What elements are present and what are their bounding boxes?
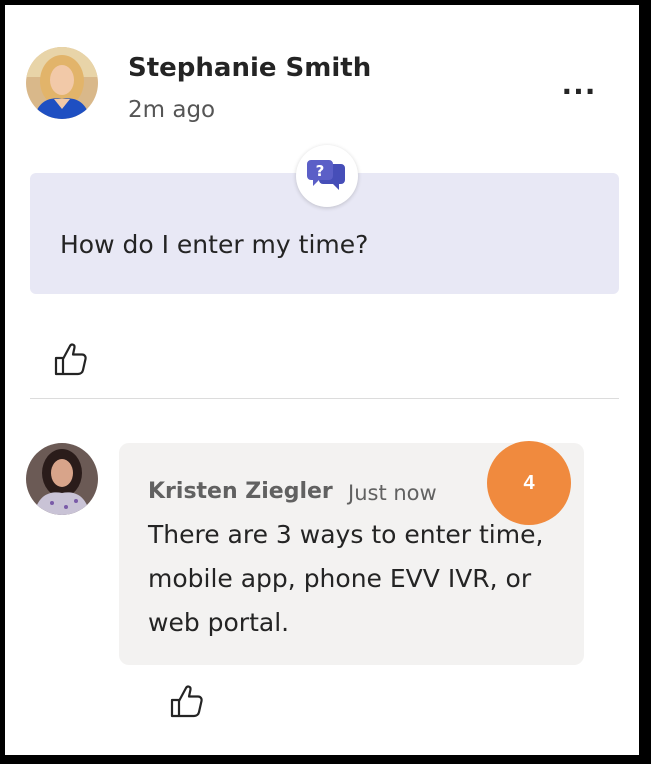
thumbs-up-icon bbox=[54, 343, 87, 376]
reply-timestamp: Just now bbox=[348, 481, 437, 505]
author-avatar[interactable] bbox=[26, 47, 98, 119]
divider bbox=[30, 398, 619, 399]
like-button[interactable] bbox=[51, 338, 91, 378]
question-chat-icon: ? bbox=[307, 160, 345, 190]
svg-text:?: ? bbox=[316, 162, 325, 180]
reply-author-avatar[interactable] bbox=[26, 443, 98, 515]
post-card: Stephanie Smith 2m ago ... ? How do I en… bbox=[0, 0, 651, 764]
post-author-name[interactable]: Stephanie Smith bbox=[128, 53, 371, 83]
post-timestamp: 2m ago bbox=[128, 97, 216, 123]
reply-author-name[interactable]: Kristen Ziegler bbox=[148, 479, 333, 504]
reply-text: There are 3 ways to enter time, mobile a… bbox=[148, 520, 544, 637]
reply-like-button[interactable] bbox=[167, 680, 207, 720]
question-text: How do I enter my time? bbox=[60, 230, 369, 259]
step-number-badge: 4 bbox=[487, 441, 571, 525]
question-badge: ? bbox=[296, 145, 358, 207]
thumbs-up-icon bbox=[170, 685, 203, 718]
more-options-button[interactable]: ... bbox=[561, 71, 597, 107]
